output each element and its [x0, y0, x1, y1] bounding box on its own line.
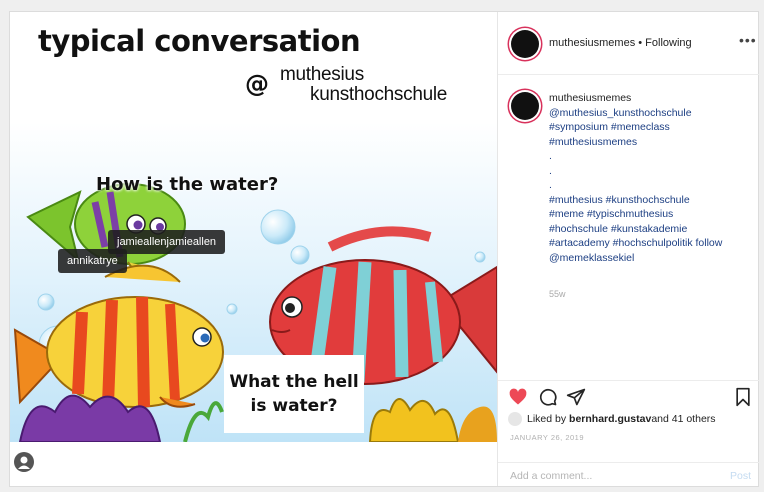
caption-line: . — [549, 179, 552, 191]
instagram-post: typical conversation @ muthesius kunstho… — [10, 12, 759, 486]
answer-box: What the hell is water? — [224, 355, 364, 433]
post-date: JANUARY 26, 2019 — [510, 433, 585, 442]
caption-username[interactable]: muthesiusmemes — [549, 91, 749, 106]
liker-avatar[interactable] — [508, 412, 522, 426]
author-avatar[interactable] — [511, 30, 539, 58]
liker-username[interactable]: bernhard.gustav — [569, 413, 651, 425]
answer-line: What the hell — [229, 372, 359, 392]
following-status[interactable]: Following — [645, 37, 691, 49]
heart-icon[interactable] — [508, 387, 528, 407]
caption-avatar[interactable] — [511, 92, 539, 120]
caption-line[interactable]: #symposium #memeclass — [549, 120, 749, 135]
more-options-icon[interactable]: ••• — [739, 32, 757, 48]
comment-bar: Add a comment... Post — [498, 462, 759, 487]
likes-line: Liked by bernhard.gustav and 41 others — [508, 412, 716, 426]
caption: muthesiusmemes @muthesius_kunsthochschul… — [549, 91, 749, 265]
brand-name: muthesius — [280, 64, 364, 85]
post-side-panel: muthesiusmemes • Following ••• muthesius… — [497, 12, 759, 486]
separator: • — [635, 37, 646, 49]
bookmark-icon[interactable] — [733, 387, 753, 407]
caption-line[interactable]: #hochschule #kunstakademie — [549, 222, 749, 237]
profile-avatar-icon[interactable] — [14, 452, 34, 472]
caption-line[interactable]: @memeklassekiel — [549, 251, 749, 266]
brand-at-sign: @ — [245, 70, 269, 98]
user-tag[interactable]: annikatrye — [58, 249, 127, 273]
brand-subtitle: kunsthochschule — [310, 84, 448, 105]
caption-line[interactable]: #artacademy #hochschulpolitik follow — [549, 236, 749, 251]
caption-line[interactable]: #muthesiusmemes — [549, 135, 749, 150]
caption-line[interactable]: @muthesius_kunsthochschule — [549, 106, 749, 121]
caption-line: . — [549, 164, 552, 177]
user-silhouette-icon — [18, 456, 30, 469]
post-header: muthesiusmemes • Following ••• — [498, 12, 759, 75]
caption-timestamp: 55w — [549, 289, 566, 299]
meme-title: typical conversation — [38, 24, 361, 58]
caption-line: . — [549, 150, 552, 162]
caption-line[interactable]: #muthesius #kunsthochschule — [549, 193, 749, 208]
likes-suffix[interactable]: and 41 others — [651, 413, 715, 425]
comment-input[interactable]: Add a comment... — [510, 470, 592, 482]
header-user-line: muthesiusmemes • Following — [549, 37, 692, 49]
comment-icon[interactable] — [538, 387, 558, 407]
likes-prefix: Liked by — [527, 413, 567, 425]
question-text: How is the water? — [96, 174, 279, 195]
caption-line[interactable]: #meme #typischmuthesius — [549, 207, 749, 222]
action-bar — [498, 380, 759, 411]
post-comment-button[interactable]: Post — [730, 470, 751, 482]
author-username[interactable]: muthesiusmemes — [549, 37, 635, 49]
post-image[interactable]: typical conversation @ muthesius kunstho… — [10, 12, 497, 442]
share-icon[interactable] — [566, 387, 586, 407]
answer-line: is water? — [250, 396, 338, 416]
